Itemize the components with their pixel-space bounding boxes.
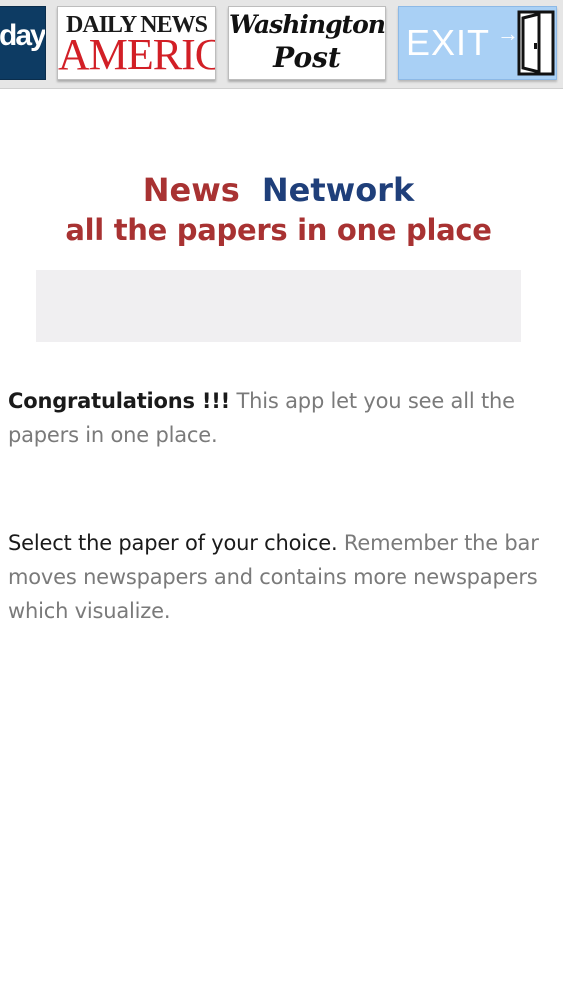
- banner-word-news: News: [142, 171, 240, 209]
- intro-bold-text: Congratulations !!!: [8, 389, 231, 413]
- newspaper-scroll-bar[interactable]: day DAILY NEWS AMERICA Washington Post E…: [0, 0, 563, 89]
- exit-button[interactable]: EXIT →: [398, 6, 557, 80]
- washington-post-logo-line1: Washington: [229, 10, 385, 39]
- washington-post-logo-line2: Post: [273, 41, 341, 74]
- instructions-lead-text: Select the paper of your choice.: [8, 531, 338, 555]
- exit-label: EXIT: [406, 22, 491, 63]
- daily-news-america-button[interactable]: DAILY NEWS AMERICA: [57, 6, 216, 80]
- washington-post-button[interactable]: Washington Post: [228, 6, 386, 80]
- door-icon: [517, 10, 555, 76]
- daily-news-logo-line2: AMERICA: [58, 30, 215, 79]
- intro-paragraph: Congratulations !!! This app let you see…: [8, 384, 556, 452]
- usa-today-button[interactable]: day: [0, 6, 46, 80]
- banner-tagline: all the papers in one place: [65, 213, 492, 247]
- news-network-banner: News Network all the papers in one place: [36, 170, 521, 250]
- banner-title: News Network: [36, 170, 521, 210]
- usa-today-logo-text: day: [0, 19, 45, 52]
- exit-arrow-icon: →: [497, 21, 519, 46]
- ad-placeholder: [36, 270, 521, 342]
- app-screen: day DAILY NEWS AMERICA Washington Post E…: [0, 0, 563, 1000]
- instructions-paragraph: Select the paper of your choice. Remembe…: [8, 526, 556, 628]
- banner-word-network: Network: [261, 171, 415, 209]
